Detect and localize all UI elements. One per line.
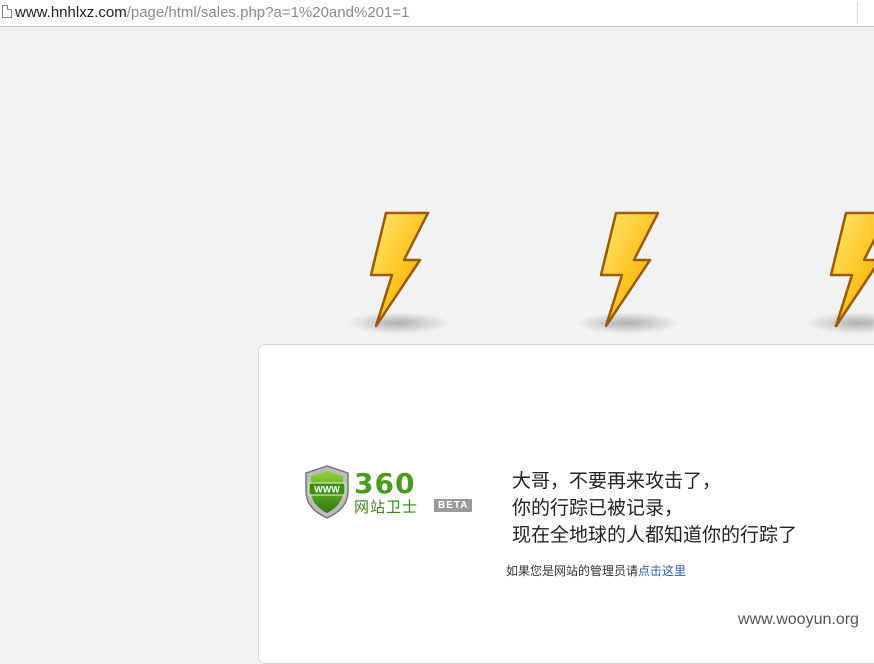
360-website-guard-logo: WWW 360 网站卫士 BETA: [304, 465, 474, 520]
warning-line-1: 大哥，不要再来攻击了，: [512, 470, 722, 492]
admin-note-text: 如果您是网站的管理员请: [506, 564, 639, 578]
warning-message: 大哥，不要再来攻击了， 你的行踪已被记录， 现在全地球的人都知道你的行踪了: [512, 468, 797, 549]
shield-www-icon: WWW: [305, 465, 349, 519]
admin-click-here-link[interactable]: 点击这里: [638, 564, 686, 578]
warning-line-3: 现在全地球的人都知道你的行踪了: [512, 524, 798, 546]
admin-note: 如果您是网站的管理员请点击这里: [506, 562, 686, 579]
address-bar[interactable]: www.hnhlxz.com/page/html/sales.php?a=1%2…: [0, 0, 874, 27]
logo-brand-text: 网站卫士: [354, 498, 419, 516]
shield-text: WWW: [314, 485, 340, 495]
watermark: www.wooyun.org: [738, 611, 859, 628]
lightning-bolt-icon: [568, 205, 688, 345]
url-path: /page/html/sales.php?a=1%20and%201=1: [126, 4, 410, 21]
beta-badge: BETA: [434, 499, 473, 512]
page-icon: [2, 5, 12, 18]
url-host: www.hnhlxz.com: [15, 4, 127, 21]
lightning-bolt-icon: [798, 205, 874, 345]
url-text[interactable]: www.hnhlxz.com/page/html/sales.php?a=1%2…: [15, 4, 409, 22]
lightning-bolt-icon: [338, 205, 458, 345]
address-bar-divider: [857, 2, 868, 24]
warning-line-2: 你的行踪已被记录，: [512, 497, 684, 519]
